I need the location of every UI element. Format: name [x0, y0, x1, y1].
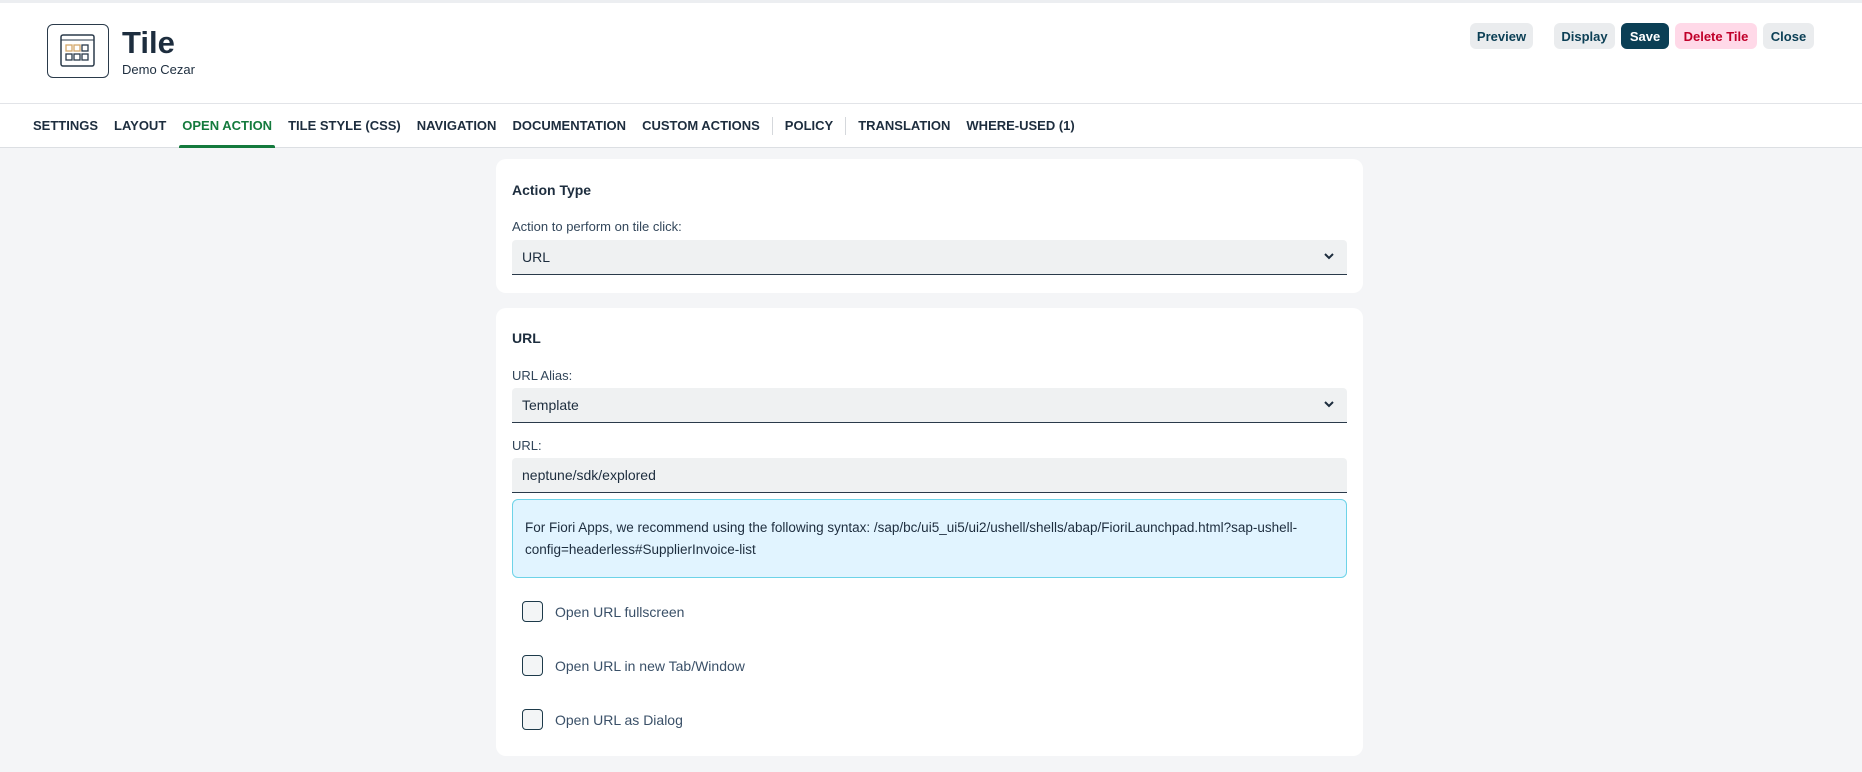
tab-documentation[interactable]: DOCUMENTATION: [512, 104, 626, 148]
page-subtitle: Demo Cezar: [122, 62, 195, 77]
info-message: For Fiori Apps, we recommend using the f…: [512, 499, 1347, 578]
action-type-select[interactable]: URL: [512, 240, 1347, 275]
url-alias-select[interactable]: Template: [512, 388, 1347, 423]
page-title: Tile: [122, 25, 175, 60]
select-value: Template: [522, 397, 579, 413]
tab-open-action[interactable]: OPEN ACTION: [179, 104, 275, 148]
tab-tile-style[interactable]: TILE STYLE (CSS): [288, 104, 401, 148]
section-title: Action Type: [512, 182, 592, 198]
close-button[interactable]: Close: [1763, 23, 1814, 49]
preview-button[interactable]: Preview: [1470, 23, 1533, 49]
section-title: URL: [512, 330, 541, 346]
chevron-down-icon: [1323, 249, 1335, 265]
tab-policy[interactable]: POLICY: [785, 104, 833, 148]
tile-app-icon: [47, 24, 109, 78]
page-header: Tile Demo Cezar Preview Display Save Del…: [0, 0, 1862, 104]
tab-separator: [771, 116, 773, 135]
url-input[interactable]: neptune/sdk/explored: [512, 458, 1347, 493]
checkbox-label: Open URL in new Tab/Window: [555, 657, 745, 674]
save-button[interactable]: Save: [1621, 23, 1669, 49]
checkbox-label: Open URL fullscreen: [555, 603, 685, 620]
checkbox-box[interactable]: [522, 709, 543, 730]
open-new-tab-checkbox[interactable]: Open URL in new Tab/Window: [522, 655, 745, 676]
select-value: URL: [522, 249, 551, 265]
tab-layout[interactable]: LAYOUT: [114, 104, 166, 148]
checkbox-box[interactable]: [522, 601, 543, 622]
delete-tile-button[interactable]: Delete Tile: [1675, 23, 1757, 49]
tab-custom-actions[interactable]: CUSTOM ACTIONS: [642, 104, 760, 148]
checkbox-label: Open URL as Dialog: [555, 711, 683, 728]
display-button[interactable]: Display: [1554, 23, 1615, 49]
tab-where-used[interactable]: WHERE-USED (1): [966, 104, 1074, 148]
checkbox-box[interactable]: [522, 655, 543, 676]
url-alias-label: URL Alias:: [512, 368, 573, 383]
open-dialog-checkbox[interactable]: Open URL as Dialog: [522, 709, 683, 730]
tab-translation[interactable]: TRANSLATION: [858, 104, 950, 148]
tab-bar: SETTINGS LAYOUT OPEN ACTION TILE STYLE (…: [0, 104, 1862, 148]
tab-settings[interactable]: SETTINGS: [33, 104, 98, 148]
url-card: URL URL Alias: Template URL: neptune/sdk…: [496, 308, 1363, 756]
action-type-card: Action Type Action to perform on tile cl…: [496, 159, 1363, 293]
url-label: URL:: [512, 438, 542, 453]
action-label: Action to perform on tile click:: [512, 219, 682, 234]
open-fullscreen-checkbox[interactable]: Open URL fullscreen: [522, 601, 684, 622]
chevron-down-icon: [1323, 397, 1335, 413]
tab-separator: [845, 116, 847, 135]
tab-navigation[interactable]: NAVIGATION: [417, 104, 497, 148]
